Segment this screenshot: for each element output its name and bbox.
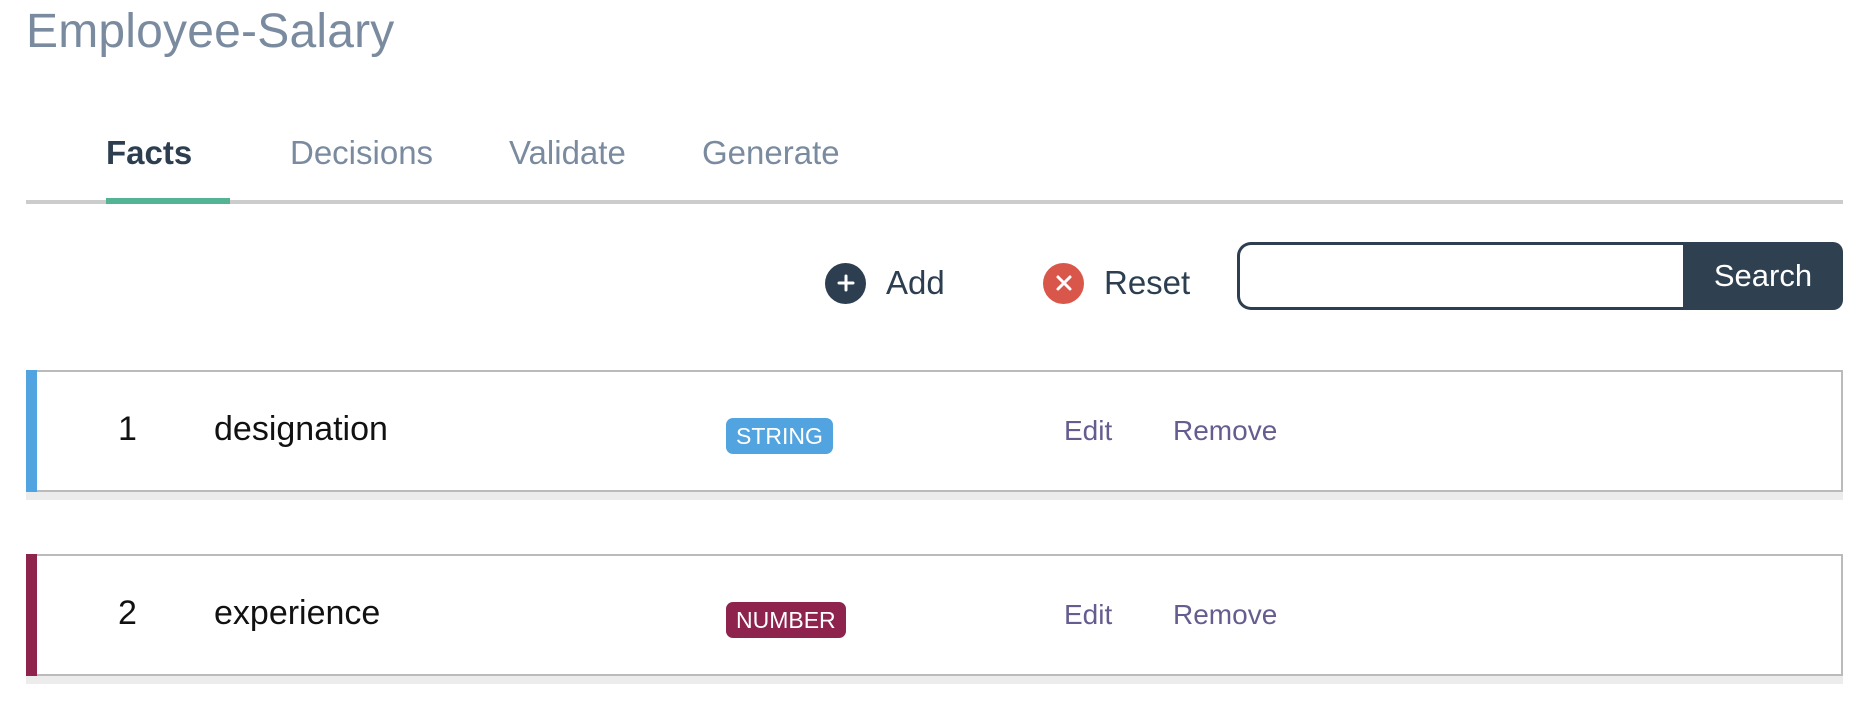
- x-circle-icon: [1043, 262, 1084, 304]
- search-button[interactable]: Search: [1683, 242, 1843, 310]
- tab-facts[interactable]: Facts: [106, 134, 192, 172]
- row-shadow: [26, 676, 1843, 684]
- row-accent-bar: [26, 370, 37, 492]
- add-button[interactable]: Add: [825, 258, 945, 308]
- search-group: Search: [1237, 242, 1843, 310]
- plus-circle-icon: [825, 262, 866, 304]
- active-tab-indicator: [106, 198, 230, 204]
- fact-index: 2: [118, 594, 137, 632]
- edit-link[interactable]: Edit: [1064, 415, 1112, 447]
- tab-generate[interactable]: Generate: [702, 134, 840, 172]
- type-badge: STRING: [726, 418, 833, 454]
- row-accent-bar: [26, 554, 37, 676]
- tab-decisions[interactable]: Decisions: [290, 134, 433, 172]
- page-title: Employee-Salary: [26, 5, 395, 58]
- reset-button[interactable]: Reset: [1043, 258, 1190, 308]
- fact-row: 2 experience NUMBER Edit Remove: [26, 554, 1843, 676]
- search-input[interactable]: [1237, 242, 1683, 310]
- type-badge: NUMBER: [726, 602, 846, 638]
- remove-link[interactable]: Remove: [1173, 415, 1277, 447]
- remove-link[interactable]: Remove: [1173, 599, 1277, 631]
- fact-row: 1 designation STRING Edit Remove: [26, 370, 1843, 492]
- row-shadow: [26, 492, 1843, 500]
- fact-index: 1: [118, 410, 137, 448]
- add-label: Add: [886, 264, 945, 301]
- tab-bar: Facts Decisions Validate Generate: [26, 120, 1843, 204]
- tab-validate[interactable]: Validate: [509, 134, 626, 172]
- fact-name: experience: [214, 594, 381, 632]
- reset-label: Reset: [1104, 264, 1191, 301]
- fact-name: designation: [214, 410, 388, 448]
- edit-link[interactable]: Edit: [1064, 599, 1112, 631]
